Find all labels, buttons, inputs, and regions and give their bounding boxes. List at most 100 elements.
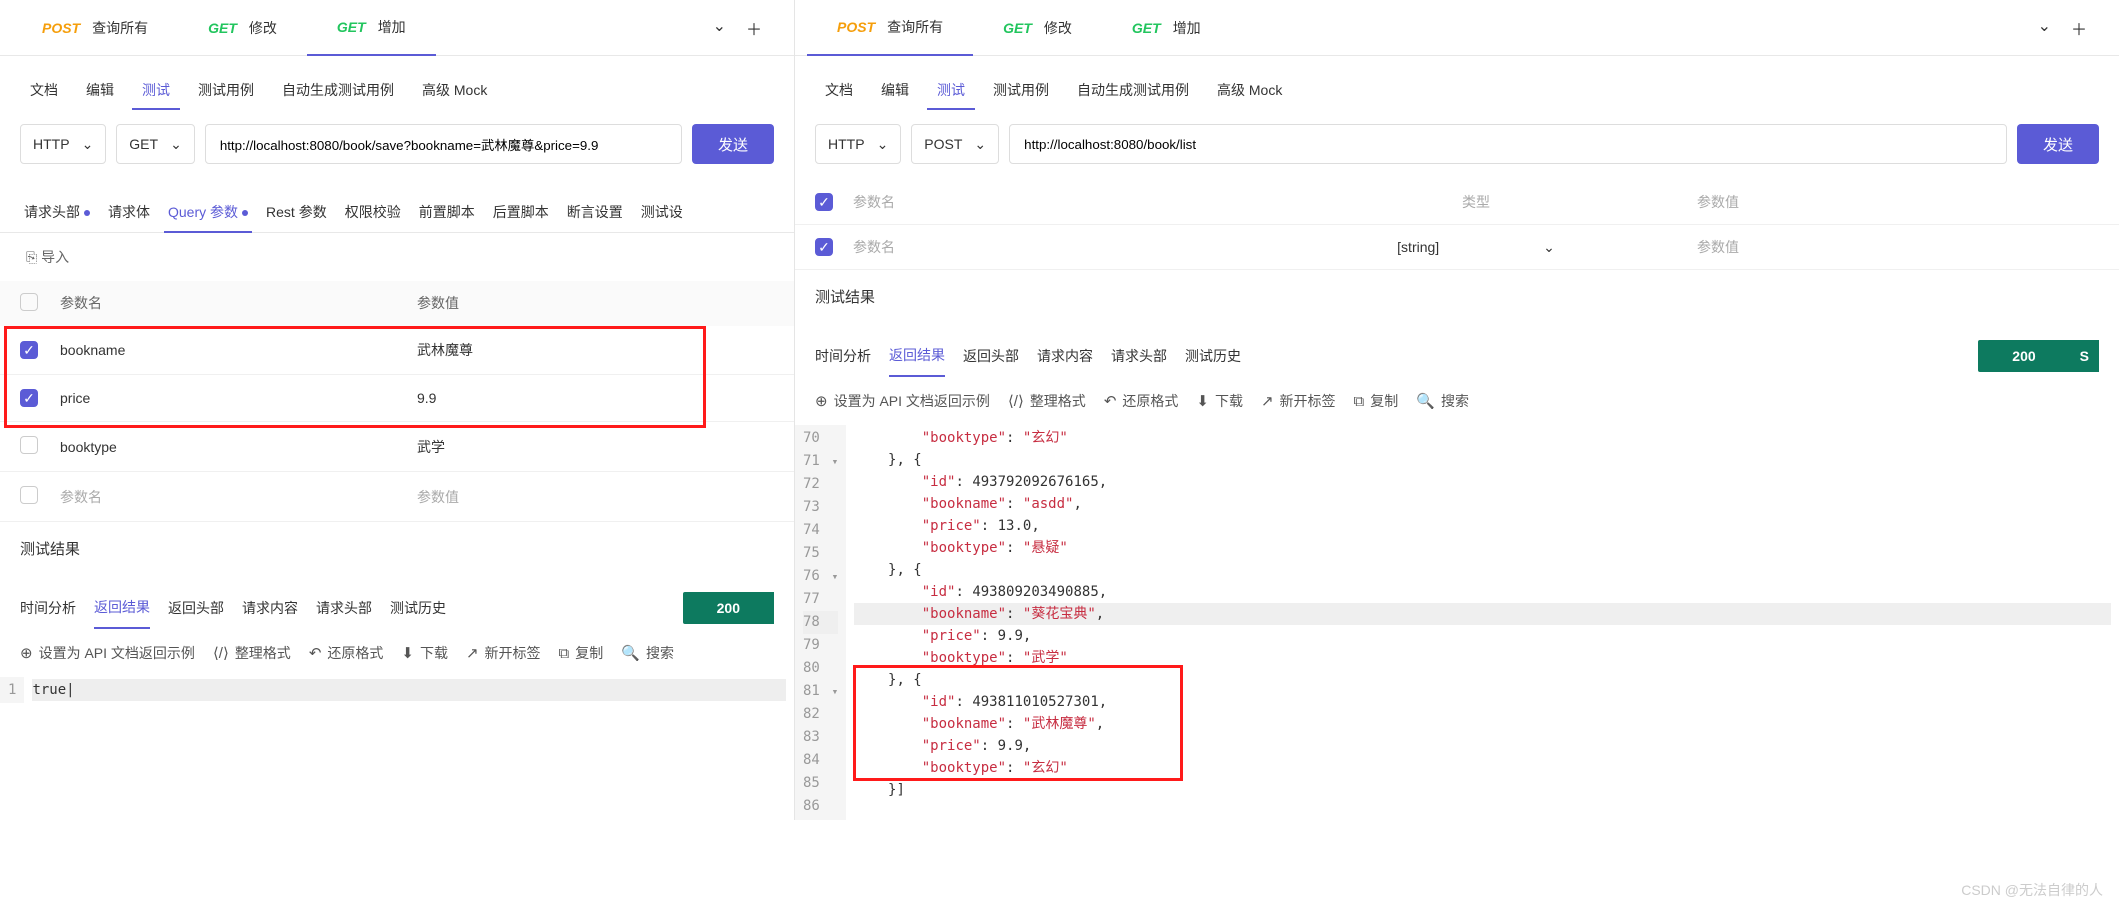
param-tab-query[interactable]: Query 参数 [164,192,252,232]
subtab-auto[interactable]: 自动生成测试用例 [1067,72,1199,108]
method-badge: POST [837,19,875,35]
header-name: 参数名 [853,192,1255,212]
tab-add[interactable]: GET 增加 [307,0,436,56]
result-tab-reqheaders[interactable]: 请求头部 [1111,336,1167,376]
toolbar-set-example[interactable]: ⊕设置为 API 文档返回示例 [20,643,195,663]
checkbox-all[interactable]: ✓ [815,193,833,211]
toolbar-search[interactable]: 🔍搜索 [1416,391,1469,411]
url-input[interactable] [205,124,682,164]
plus-icon[interactable]: ＋ [746,16,762,40]
send-button[interactable]: 发送 [692,124,774,164]
result-tab-history[interactable]: 测试历史 [1185,336,1241,376]
toolbar-format[interactable]: ⟨/⟩整理格式 [1008,391,1086,411]
param-tab-postscript[interactable]: 后置脚本 [489,192,553,232]
result-tab-reqbody[interactable]: 请求内容 [242,588,298,628]
result-tab-rheaders[interactable]: 返回头部 [963,336,1019,376]
checkbox[interactable] [20,436,38,454]
param-value-input[interactable]: 参数值 [1697,237,2099,257]
param-value-placeholder[interactable]: 参数值 [417,487,774,507]
chevron-down-icon[interactable]: ⌄ [2038,16,2051,40]
protocol-select[interactable]: HTTP ⌄ [20,124,106,164]
subtab-case[interactable]: 测试用例 [983,72,1059,108]
param-tab-rest[interactable]: Rest 参数 [262,192,331,232]
checkbox-all[interactable] [20,293,38,311]
top-tabs: POST 查询所有 GET 修改 GET 增加 ⌄ ＋ [795,0,2119,56]
result-tab-body[interactable]: 返回结果 [94,587,150,629]
subtab-edit[interactable]: 编辑 [76,72,124,108]
param-name-placeholder[interactable]: 参数名 [60,487,417,507]
result-tab-rheaders[interactable]: 返回头部 [168,588,224,628]
method-select[interactable]: POST ⌄ [911,124,999,164]
checkbox[interactable] [20,486,38,504]
toolbar-copy[interactable]: ⧉复制 [1354,391,1399,411]
url-input[interactable] [1009,124,2007,164]
external-icon: ↗ [1261,392,1274,410]
checkbox[interactable]: ✓ [20,389,38,407]
chevron-down-icon: ⌄ [877,136,889,153]
tab-modify[interactable]: GET 修改 [178,0,307,56]
result-tab-reqbody[interactable]: 请求内容 [1037,336,1093,376]
param-tab-testset[interactable]: 测试设 [637,192,687,232]
import-link[interactable]: ⎘ 导入 [26,249,69,265]
toolbar-download[interactable]: ⬇下载 [401,643,448,663]
param-tab-body[interactable]: 请求体 [104,192,154,232]
tab-query-all[interactable]: POST 查询所有 [12,0,178,56]
table-row: 参数名 参数值 [0,472,794,522]
request-row: HTTP ⌄ POST ⌄ 发送 [795,108,2119,180]
plus-icon[interactable]: ＋ [2071,16,2087,40]
checkbox[interactable]: ✓ [815,238,833,256]
subtab-edit[interactable]: 编辑 [871,72,919,108]
subtab-case[interactable]: 测试用例 [188,72,264,108]
status-badge: 200 [1978,340,2069,372]
subtab-doc[interactable]: 文档 [20,72,68,108]
result-tab-time[interactable]: 时间分析 [815,336,871,376]
subtab-mock[interactable]: 高级 Mock [1207,72,1292,108]
search-icon: 🔍 [621,644,640,662]
send-button[interactable]: 发送 [2017,124,2099,164]
toolbar-newtab[interactable]: ↗新开标签 [466,643,541,663]
tab-label: 增加 [378,17,406,37]
protocol-select[interactable]: HTTP ⌄ [815,124,901,164]
tab-modify[interactable]: GET 修改 [973,0,1102,56]
param-value[interactable]: 武学 [417,437,774,457]
checkbox[interactable]: ✓ [20,341,38,359]
subtab-test[interactable]: 测试 [132,72,180,108]
subtab-mock[interactable]: 高级 Mock [412,72,497,108]
subtab-auto[interactable]: 自动生成测试用例 [272,72,404,108]
param-name[interactable]: bookname [60,342,417,358]
param-tab-prescript[interactable]: 前置脚本 [415,192,479,232]
tab-query-all[interactable]: POST 查询所有 [807,0,973,56]
code-editor[interactable]: 1 true| [0,677,794,703]
method-badge: GET [1003,20,1032,36]
result-tab-history[interactable]: 测试历史 [390,588,446,628]
gutter: 70 71 ▾72 73 74 75 76 ▾77 78 79 80 81 ▾8… [795,425,846,820]
toolbar-restore[interactable]: ↶还原格式 [309,643,384,663]
toolbar-newtab[interactable]: ↗新开标签 [1261,391,1336,411]
result-tab-reqheaders[interactable]: 请求头部 [316,588,372,628]
result-tab-body[interactable]: 返回结果 [889,335,945,377]
toolbar-copy[interactable]: ⧉复制 [559,643,604,663]
subtab-test[interactable]: 测试 [927,72,975,108]
param-type-select[interactable]: [string] ⌄ [1275,239,1677,256]
param-tab-auth[interactable]: 权限校验 [341,192,405,232]
toolbar-set-example[interactable]: ⊕设置为 API 文档返回示例 [815,391,990,411]
param-name[interactable]: booktype [60,439,417,455]
result-tabs: 时间分析 返回结果 返回头部 请求内容 请求头部 测试历史 200 [0,575,794,629]
code-editor[interactable]: 70 71 ▾72 73 74 75 76 ▾77 78 79 80 81 ▾8… [795,425,2119,820]
param-name[interactable]: price [60,390,417,406]
param-value[interactable]: 9.9 [417,390,774,406]
toolbar-format[interactable]: ⟨/⟩整理格式 [213,643,291,663]
toolbar-restore[interactable]: ↶还原格式 [1104,391,1179,411]
sub-tabs: 文档 编辑 测试 测试用例 自动生成测试用例 高级 Mock [0,56,794,108]
method-select[interactable]: GET ⌄ [116,124,195,164]
param-name-input[interactable]: 参数名 [853,237,1255,257]
toolbar-search[interactable]: 🔍搜索 [621,643,674,663]
chevron-down-icon[interactable]: ⌄ [713,16,726,40]
subtab-doc[interactable]: 文档 [815,72,863,108]
tab-add[interactable]: GET 增加 [1102,0,1231,56]
result-tab-time[interactable]: 时间分析 [20,588,76,628]
param-tab-headers[interactable]: 请求头部 [20,192,94,232]
param-value[interactable]: 武林魔尊 [417,340,774,360]
toolbar-download[interactable]: ⬇下载 [1196,391,1243,411]
param-tab-assert[interactable]: 断言设置 [563,192,627,232]
